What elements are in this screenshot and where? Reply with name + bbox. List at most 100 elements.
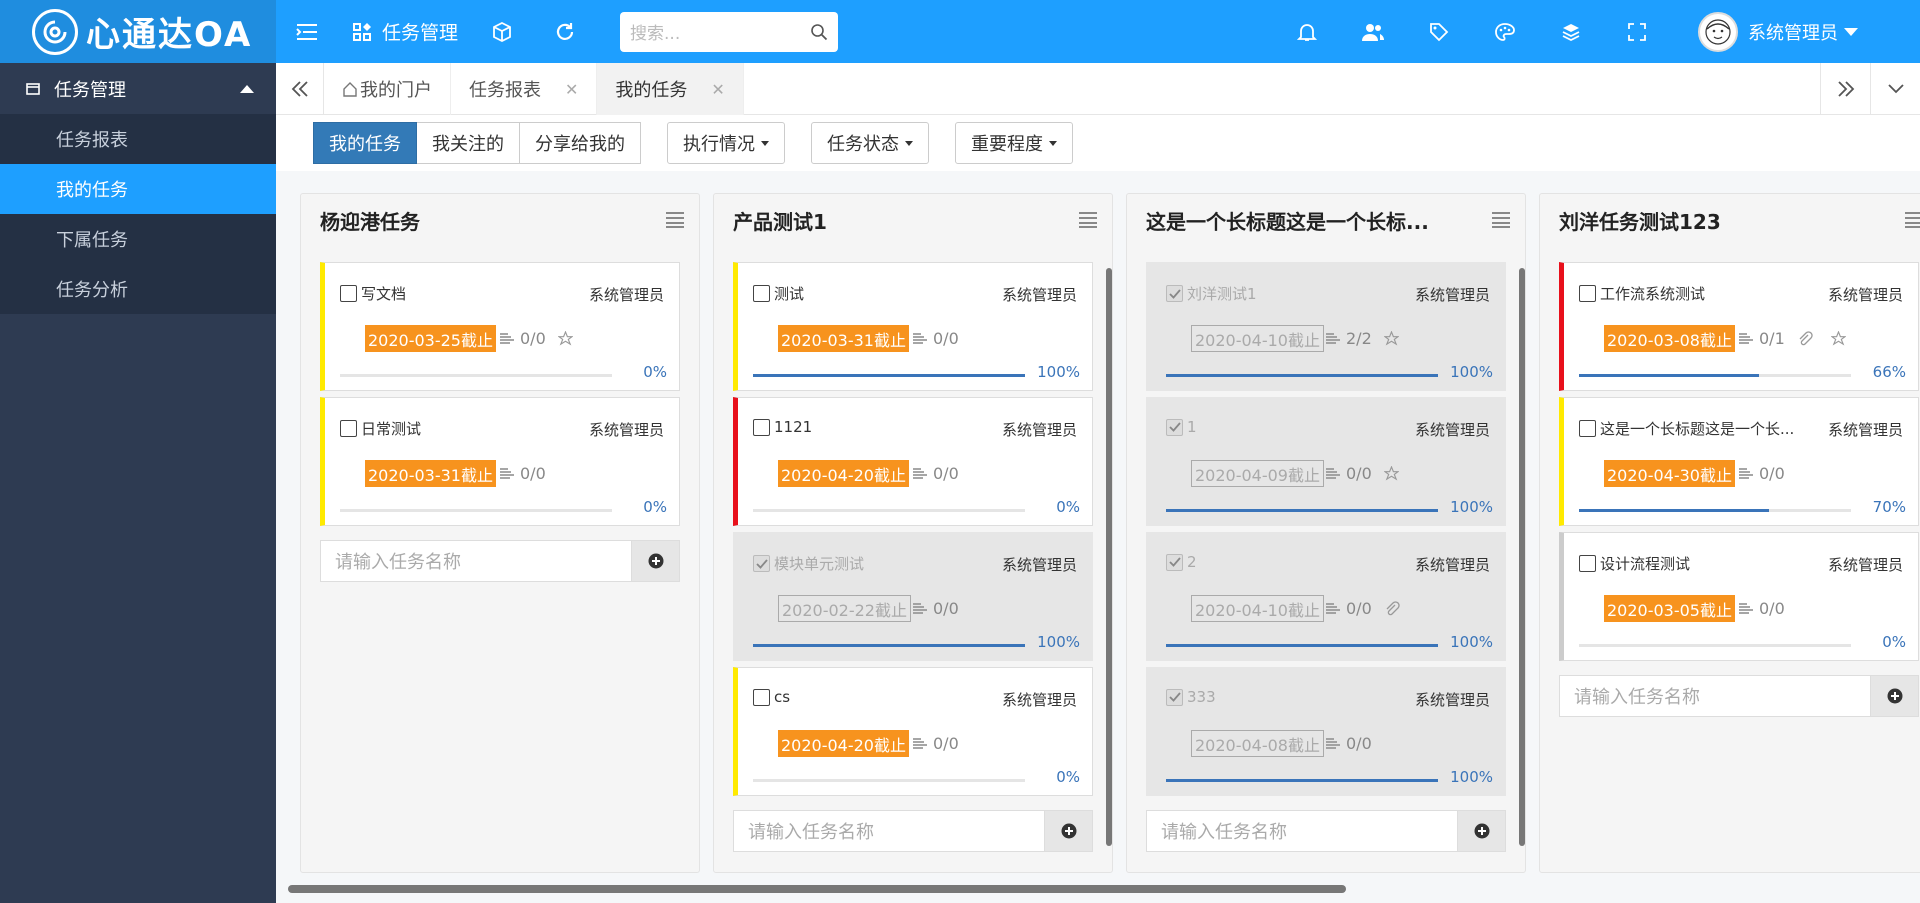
- column-menu-icon[interactable]: [665, 211, 685, 229]
- column-menu-icon[interactable]: [1078, 211, 1098, 229]
- column-scrollbar[interactable]: [1106, 268, 1112, 846]
- task-checkbox[interactable]: [1579, 420, 1596, 437]
- sidebar-item-task-analysis[interactable]: 任务分析: [0, 264, 276, 314]
- task-checkbox[interactable]: [1579, 285, 1596, 302]
- add-task-button[interactable]: [631, 541, 679, 581]
- status-dropdown[interactable]: 任务状态: [811, 122, 929, 164]
- menu-icon: [296, 23, 318, 41]
- task-card[interactable]: 测试 系统管理员 2020-03-31截止 0/0 100%: [733, 262, 1093, 391]
- layers-button[interactable]: [1538, 0, 1604, 63]
- task-checkbox[interactable]: [1166, 285, 1183, 302]
- task-owner: 系统管理员: [1414, 691, 1490, 709]
- column-title: 这是一个长标题这是一个长标...: [1146, 209, 1429, 234]
- tabs-menu-button[interactable]: [1870, 63, 1920, 115]
- subtask-list-icon: [1326, 332, 1340, 345]
- tab-my-tasks[interactable]: 我的任务 ✕: [597, 63, 744, 115]
- task-card[interactable]: 1121 系统管理员 2020-04-20截止 0/0 0%: [733, 397, 1093, 526]
- new-task-input[interactable]: 请输入任务名称: [321, 541, 631, 581]
- attachment-icon[interactable]: [1384, 600, 1400, 617]
- column-menu-icon[interactable]: [1904, 211, 1920, 229]
- task-name: 刘洋测试1: [1187, 285, 1257, 303]
- task-checkbox[interactable]: [753, 418, 770, 436]
- star-icon[interactable]: [1383, 331, 1399, 346]
- task-meta: 0/0: [1326, 734, 1372, 753]
- sidebar-item-task-report[interactable]: 任务报表: [0, 114, 276, 164]
- star-icon[interactable]: [1830, 331, 1846, 346]
- task-name-row: 日常测试: [340, 418, 421, 439]
- task-meta: 0/0: [913, 329, 959, 348]
- task-checkbox[interactable]: [1579, 555, 1596, 572]
- notification-button[interactable]: [1274, 0, 1340, 63]
- tab-task-report[interactable]: 任务报表 ✕: [451, 63, 598, 115]
- sidebar-item-my-tasks[interactable]: 我的任务: [0, 164, 276, 214]
- new-task-input[interactable]: 请输入任务名称: [1560, 676, 1870, 716]
- search-icon[interactable]: [810, 23, 828, 41]
- sidebar-section-task-management[interactable]: 任务管理: [0, 63, 276, 114]
- task-card[interactable]: cs 系统管理员 2020-04-20截止 0/0 0%: [733, 667, 1093, 796]
- new-task-input[interactable]: 请输入任务名称: [1147, 811, 1457, 851]
- task-checkbox[interactable]: [1166, 418, 1183, 436]
- column-menu-icon[interactable]: [1491, 211, 1511, 229]
- task-checkbox[interactable]: [1166, 688, 1183, 706]
- layers-icon: [1561, 22, 1581, 42]
- refresh-button[interactable]: [530, 0, 600, 63]
- task-card[interactable]: 日常测试 系统管理员 2020-03-31截止 0/0 0%: [320, 397, 680, 526]
- contacts-button[interactable]: [1340, 0, 1406, 63]
- sidebar-submenu: 任务报表 我的任务 下属任务 任务分析: [0, 114, 276, 314]
- tab-my-portal[interactable]: 我的门户: [324, 63, 451, 115]
- filter-my-tasks-button[interactable]: 我的任务: [313, 122, 417, 164]
- user-menu[interactable]: 系统管理员: [1670, 11, 1920, 52]
- module-task-button[interactable]: 任务管理: [338, 0, 474, 63]
- menu-toggle-button[interactable]: [276, 0, 338, 63]
- cube-button[interactable]: [474, 0, 530, 63]
- progress-fill: [753, 374, 1025, 377]
- task-column: 这是一个长标题这是一个长标... 刘洋测试1 系统管理员 2020-04-10截止 2/…: [1126, 193, 1526, 873]
- star-icon[interactable]: [557, 331, 573, 346]
- sidebar-item-subordinate-tasks[interactable]: 下属任务: [0, 214, 276, 264]
- window-icon: [26, 82, 40, 95]
- due-date-badge: 2020-04-20截止: [778, 730, 909, 757]
- new-task-input[interactable]: 请输入任务名称: [734, 811, 1044, 851]
- task-owner: 系统管理员: [1001, 286, 1077, 304]
- logo[interactable]: 心通达OA: [0, 0, 276, 63]
- add-task-button[interactable]: [1870, 676, 1918, 716]
- task-checkbox[interactable]: [340, 285, 357, 302]
- task-name-row: 1: [1166, 418, 1197, 436]
- tab-close-icon[interactable]: ✕: [711, 80, 724, 99]
- attachment-icon[interactable]: [1797, 330, 1813, 347]
- task-card[interactable]: 2 系统管理员 2020-04-10截止 0/0 100%: [1146, 532, 1506, 661]
- due-date-badge: 2020-04-10截止: [1191, 325, 1324, 352]
- execution-dropdown[interactable]: 执行情况: [667, 122, 785, 164]
- task-checkbox[interactable]: [753, 555, 770, 572]
- fullscreen-button[interactable]: [1604, 0, 1670, 63]
- task-card[interactable]: 模块单元测试 系统管理员 2020-02-22截止 0/0 100%: [733, 532, 1093, 661]
- add-task-button[interactable]: [1457, 811, 1505, 851]
- theme-button[interactable]: [1472, 0, 1538, 63]
- search-input[interactable]: 搜索...: [620, 11, 839, 52]
- task-column: 杨迎港任务 写文档 系统管理员 2020-03-25截止 0/0 0% 日常测试 系统管理员 2…: [300, 193, 700, 873]
- task-card[interactable]: 1 系统管理员 2020-04-09截止 0/0 100%: [1146, 397, 1506, 526]
- task-checkbox[interactable]: [1166, 553, 1183, 571]
- task-checkbox[interactable]: [340, 420, 357, 437]
- importance-dropdown[interactable]: 重要程度: [955, 122, 1073, 164]
- tag-button[interactable]: [1406, 0, 1472, 63]
- filter-shared-button[interactable]: 分享给我的: [520, 122, 641, 164]
- star-icon[interactable]: [1383, 466, 1399, 481]
- tabs-scroll-right-button[interactable]: [1820, 63, 1870, 115]
- task-name-row: 刘洋测试1: [1166, 283, 1257, 304]
- task-card[interactable]: 333 系统管理员 2020-04-08截止 0/0 100%: [1146, 667, 1506, 796]
- filter-followed-button[interactable]: 我关注的: [417, 122, 520, 164]
- task-card[interactable]: 这是一个长标题这是一个长... 系统管理员 2020-04-30截止 0/0 70%: [1559, 397, 1919, 526]
- task-card[interactable]: 设计流程测试 系统管理员 2020-03-05截止 0/0 0%: [1559, 532, 1919, 661]
- column-scrollbar[interactable]: [1519, 268, 1525, 846]
- due-date-badge: 2020-03-31截止: [778, 325, 909, 352]
- task-card[interactable]: 写文档 系统管理员 2020-03-25截止 0/0 0%: [320, 262, 680, 391]
- tabs-scroll-left-button[interactable]: [276, 63, 324, 114]
- task-checkbox[interactable]: [753, 688, 770, 706]
- board-horizontal-scrollbar[interactable]: [288, 885, 1346, 893]
- task-checkbox[interactable]: [753, 285, 770, 302]
- task-card[interactable]: 工作流系统测试 系统管理员 2020-03-08截止 0/1 66%: [1559, 262, 1919, 391]
- task-card[interactable]: 刘洋测试1 系统管理员 2020-04-10截止 2/2 100%: [1146, 262, 1506, 391]
- add-task-button[interactable]: [1044, 811, 1092, 851]
- tab-close-icon[interactable]: ✕: [565, 80, 578, 99]
